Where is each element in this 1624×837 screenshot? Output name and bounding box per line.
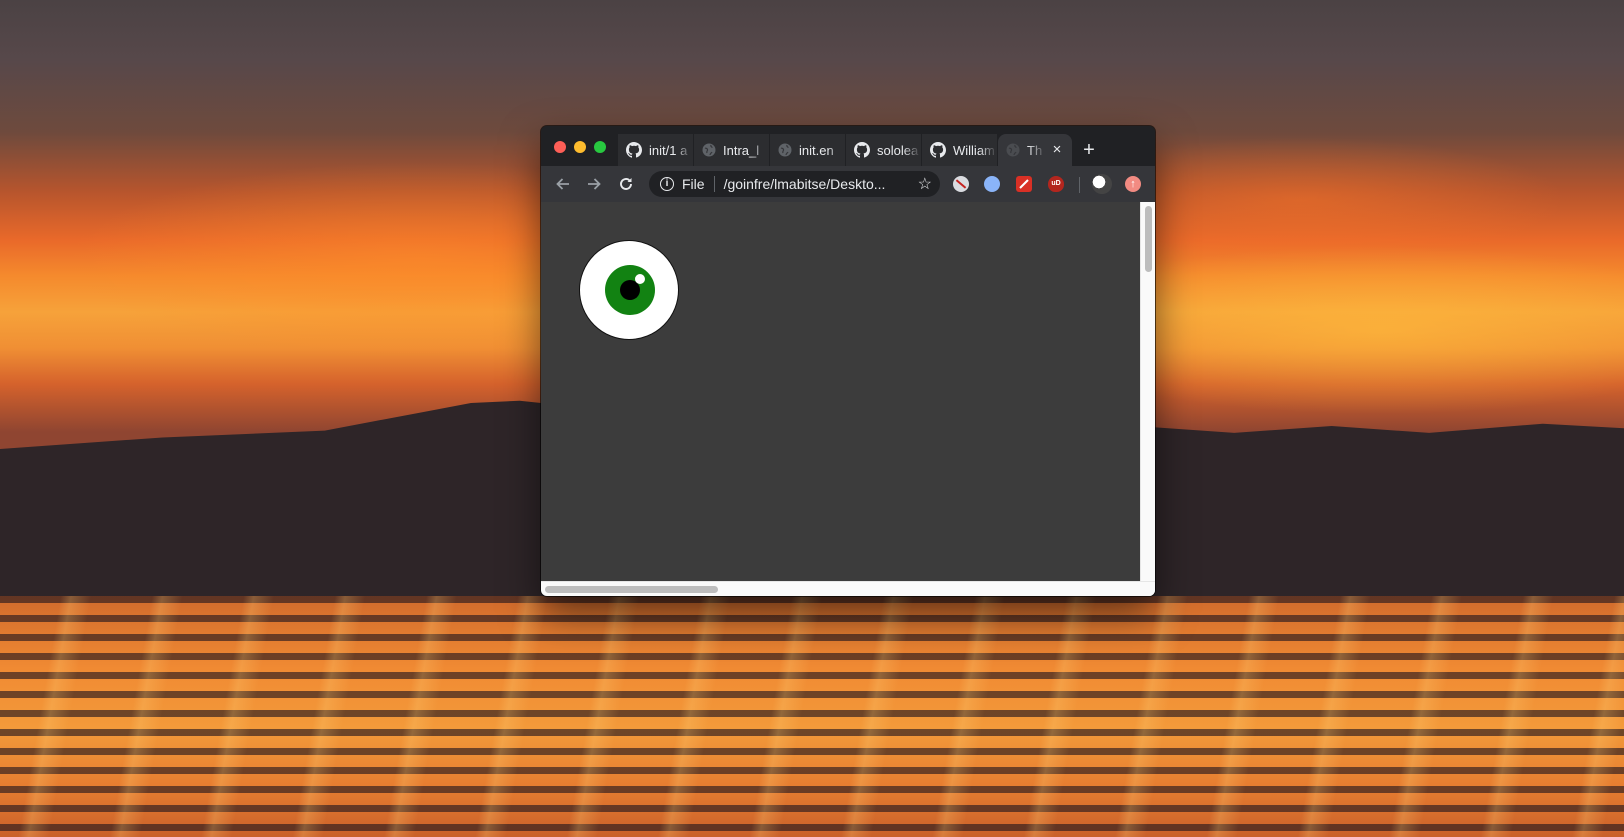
address-scheme-label: File: [682, 176, 705, 192]
github-icon: [930, 142, 946, 158]
window-minimize-button[interactable]: [574, 141, 586, 153]
blocked-extension-icon[interactable]: [953, 176, 969, 192]
browser-toolbar: i File /goinfre/lmabitse/Deskto... ☆ uD …: [541, 166, 1155, 202]
reload-icon[interactable]: [616, 174, 636, 194]
eye-glint: [635, 274, 645, 284]
browser-window: init/1 a Intra_l init.en sololea William: [541, 126, 1155, 596]
window-close-button[interactable]: [554, 141, 566, 153]
extension-red-icon[interactable]: [1016, 176, 1032, 192]
tab-1[interactable]: Intra_l: [694, 134, 769, 166]
tab-active[interactable]: Th ×: [998, 134, 1072, 166]
tab-4[interactable]: William: [922, 134, 997, 166]
address-bar[interactable]: i File /goinfre/lmabitse/Deskto... ☆: [649, 171, 940, 197]
page-viewport: [541, 202, 1155, 596]
bookmark-star-icon[interactable]: ☆: [918, 174, 932, 194]
github-icon: [626, 142, 642, 158]
extension-spy-icon[interactable]: [984, 176, 1000, 192]
github-icon: [854, 142, 870, 158]
loading-globe-icon: [1006, 143, 1020, 157]
tab-close-icon[interactable]: ×: [1050, 142, 1064, 157]
globe-icon: [778, 143, 792, 157]
address-separator: [713, 176, 715, 192]
window-maximize-button[interactable]: [594, 141, 606, 153]
horizontal-scrollbar[interactable]: [541, 581, 1155, 596]
tab-strip: init/1 a Intra_l init.en sololea William: [618, 134, 1073, 166]
toolbar-separator: [1079, 177, 1080, 193]
eyeball: [579, 240, 679, 340]
info-icon[interactable]: i: [660, 177, 674, 191]
extension-pink-icon[interactable]: ↑: [1125, 176, 1141, 192]
vertical-scrollbar[interactable]: [1140, 202, 1155, 596]
forward-arrow-icon[interactable]: [584, 174, 604, 194]
vertical-scroll-thumb[interactable]: [1145, 206, 1152, 272]
horizontal-scroll-thumb[interactable]: [545, 586, 718, 593]
back-arrow-icon[interactable]: [553, 174, 573, 194]
eye-iris: [605, 265, 655, 315]
wallpaper-water-reflection: [0, 596, 1624, 837]
profile-avatar[interactable]: [1092, 174, 1112, 194]
new-tab-button[interactable]: +: [1076, 137, 1102, 163]
tab-0[interactable]: init/1 a: [618, 134, 693, 166]
ublock-origin-icon[interactable]: uD: [1048, 176, 1064, 192]
address-url[interactable]: /goinfre/lmabitse/Deskto...: [724, 176, 886, 192]
tab-2[interactable]: init.en: [770, 134, 845, 166]
browser-titlebar[interactable]: init/1 a Intra_l init.en sololea William: [541, 126, 1155, 166]
tab-3[interactable]: sololea: [846, 134, 921, 166]
globe-icon: [702, 143, 716, 157]
